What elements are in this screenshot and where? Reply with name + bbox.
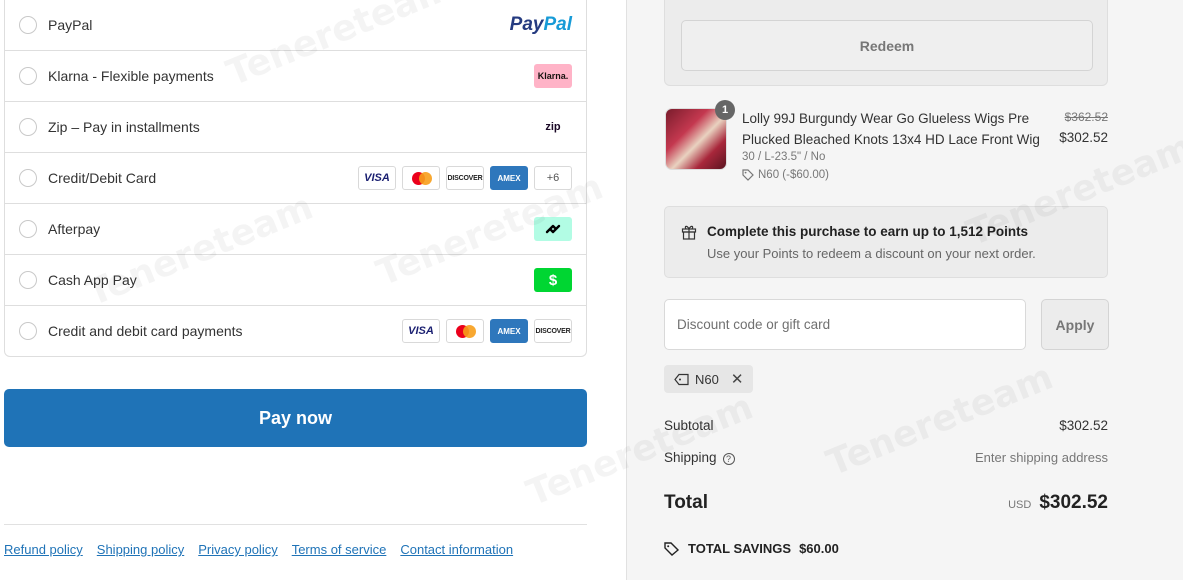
applied-discount-code: N60 [695, 371, 719, 387]
paypal-logo: PayPal [509, 14, 572, 35]
visa-logo: VISA [358, 166, 396, 190]
cashapp-logo: $ [534, 268, 572, 292]
total-label: Total [664, 492, 708, 513]
tag-icon [742, 169, 754, 181]
apply-button[interactable]: Apply [1041, 299, 1109, 350]
contact-information-link[interactable]: Contact information [400, 542, 513, 557]
payment-method-label: Credit/Debit Card [48, 170, 157, 186]
payment-method-card-payments[interactable]: Credit and debit card payments VISA AMEX… [5, 305, 586, 356]
amex-logo: AMEX [490, 319, 528, 343]
footer-links: Refund policy Shipping policy Privacy po… [4, 542, 513, 557]
payment-method-label: Cash App Pay [48, 272, 137, 288]
amex-logo: AMEX [490, 166, 528, 190]
radio-button[interactable] [19, 322, 37, 340]
payment-method-paypal[interactable]: PayPal PayPal [5, 0, 586, 50]
payment-panel: PayPal PayPal Klarna - Flexible payments… [0, 0, 626, 580]
discount-code-input[interactable]: Discount code or gift card [664, 299, 1026, 350]
subtotal-value: $302.52 [1059, 418, 1108, 433]
shipping-label-wrap: Shipping? [664, 450, 735, 465]
radio-button[interactable] [19, 220, 37, 238]
payment-method-label: Klarna - Flexible payments [48, 68, 214, 84]
savings-label: TOTAL SAVINGS [688, 541, 792, 556]
zip-logo: zip [545, 121, 561, 133]
total-value: $302.52 [1039, 492, 1108, 513]
points-subtitle: Use your Points to redeem a discount on … [707, 246, 1036, 261]
remove-discount-icon[interactable]: ✕ [731, 370, 744, 388]
radio-button[interactable] [19, 118, 37, 136]
quantity-badge: 1 [715, 100, 735, 120]
redeem-button[interactable]: Redeem [681, 20, 1093, 71]
product-variant: 30 / L-23.5" / No [742, 151, 826, 163]
afterpay-logo [534, 217, 572, 241]
total-value-group: USD $302.52 [1008, 492, 1108, 514]
shipping-row: Shipping? Enter shipping address [664, 450, 1108, 465]
total-currency: USD [1008, 499, 1032, 511]
product-original-price: $362.52 [1064, 110, 1108, 124]
pay-now-button[interactable]: Pay now [4, 389, 587, 447]
product-discount: N60 (-$60.00) [742, 169, 829, 181]
more-cards-badge: +6 [534, 166, 572, 190]
payment-method-label: PayPal [48, 17, 93, 33]
discover-logo: DISCOVER [446, 166, 484, 190]
radio-button[interactable] [19, 16, 37, 34]
discover-logo: DISCOVER [534, 319, 572, 343]
payment-method-zip[interactable]: Zip – Pay in installments zip [5, 101, 586, 152]
points-title: Complete this purchase to earn up to 1,5… [707, 224, 1029, 239]
product-price: $302.52 [1059, 130, 1108, 145]
visa-logo: VISA [402, 319, 440, 343]
order-summary-panel: Redeem 1 Lolly 99J Burgundy Wear Go Glue… [626, 0, 1183, 580]
payment-method-label: Zip – Pay in installments [48, 119, 200, 135]
klarna-logo: Klarna. [534, 64, 572, 88]
payment-method-afterpay[interactable]: Afterpay [5, 203, 586, 254]
total-row: Total USD $302.52 [664, 492, 1108, 514]
payment-method-card[interactable]: Credit/Debit Card VISA DISCOVER AMEX +6 [5, 152, 586, 203]
privacy-policy-link[interactable]: Privacy policy [198, 542, 277, 557]
shipping-value: Enter shipping address [975, 450, 1108, 465]
redeem-section: Redeem [664, 0, 1108, 86]
product-discount-text: N60 (-$60.00) [758, 169, 829, 181]
mastercard-logo [446, 319, 484, 343]
gift-icon [681, 225, 697, 240]
radio-button[interactable] [19, 169, 37, 187]
subtotal-row: Subtotal $302.52 [664, 418, 1108, 433]
tag-icon [674, 373, 689, 385]
shipping-label: Shipping [664, 450, 717, 465]
shipping-policy-link[interactable]: Shipping policy [97, 542, 184, 557]
radio-button[interactable] [19, 67, 37, 85]
payment-methods-list: PayPal PayPal Klarna - Flexible payments… [4, 0, 587, 357]
help-icon[interactable]: ? [722, 453, 735, 465]
subtotal-label: Subtotal [664, 418, 714, 433]
applied-discount-chip: N60 ✕ [664, 365, 754, 393]
payment-method-cashapp[interactable]: Cash App Pay $ [5, 254, 586, 305]
points-banner: Complete this purchase to earn up to 1,5… [664, 206, 1108, 278]
savings-value: $60.00 [799, 541, 839, 556]
tag-icon [664, 541, 680, 556]
radio-button[interactable] [19, 271, 37, 289]
refund-policy-link[interactable]: Refund policy [4, 542, 83, 557]
footer-divider [4, 524, 587, 525]
payment-method-label: Credit and debit card payments [48, 323, 243, 339]
mastercard-logo [402, 166, 440, 190]
payment-method-label: Afterpay [48, 221, 101, 237]
total-savings: TOTAL SAVINGS $60.00 [664, 541, 839, 556]
payment-method-klarna[interactable]: Klarna - Flexible payments Klarna. [5, 50, 586, 101]
terms-of-service-link[interactable]: Terms of service [292, 542, 387, 557]
product-name: Lolly 99J Burgundy Wear Go Glueless Wigs… [742, 111, 1040, 147]
